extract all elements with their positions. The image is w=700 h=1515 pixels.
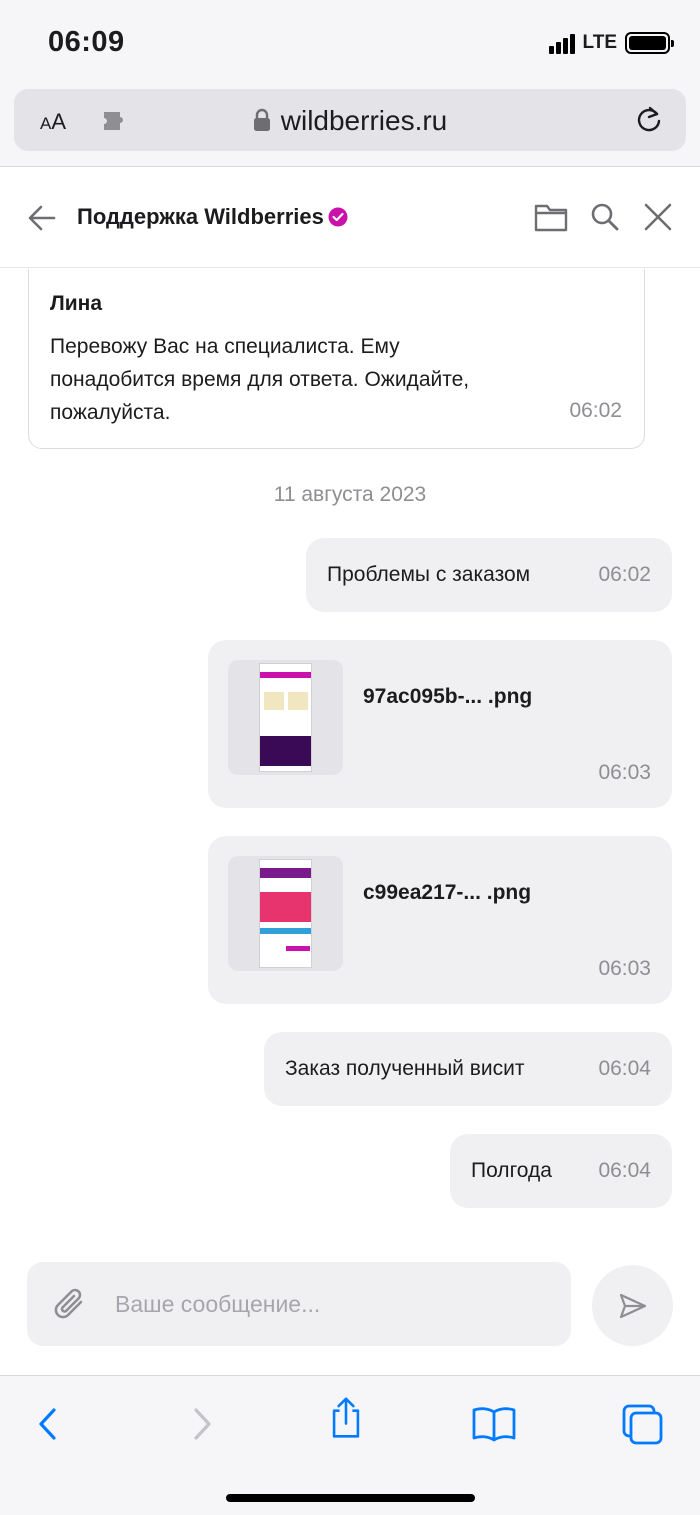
message-text: Проблемы с заказом bbox=[327, 563, 531, 586]
send-icon bbox=[619, 1293, 647, 1319]
close-icon[interactable] bbox=[643, 202, 673, 232]
home-indicator bbox=[226, 1494, 475, 1502]
incoming-message: Лина Перевожу Вас на специалиста. Ему по… bbox=[28, 269, 645, 449]
message-time: 06:02 bbox=[598, 563, 651, 586]
lock-icon bbox=[253, 108, 270, 131]
network-label: LTE bbox=[582, 32, 617, 53]
screenshot-preview bbox=[259, 663, 312, 772]
send-button[interactable] bbox=[592, 1265, 673, 1346]
date-separator: 11 августа 2023 bbox=[273, 483, 427, 506]
message-input[interactable] bbox=[115, 1284, 545, 1324]
message-time: 06:02 bbox=[569, 399, 622, 422]
browser-top-bar: AA wildberries.ru bbox=[0, 85, 700, 167]
chat-title: Поддержка Wildberries bbox=[77, 204, 348, 230]
image-thumbnail[interactable] bbox=[228, 856, 343, 971]
message-text: Заказ полученный висит bbox=[285, 1057, 525, 1080]
paperclip-icon[interactable] bbox=[51, 1286, 87, 1322]
message-input-box[interactable] bbox=[27, 1262, 571, 1346]
message-time: 06:03 bbox=[598, 957, 651, 980]
folder-icon[interactable] bbox=[534, 202, 568, 232]
browser-forward-icon[interactable] bbox=[176, 1402, 226, 1446]
browser-toolbar bbox=[0, 1375, 700, 1515]
verified-badge-icon bbox=[328, 207, 348, 227]
outgoing-message: Заказ полученный висит 06:04 bbox=[264, 1032, 672, 1106]
url-display[interactable]: wildberries.ru bbox=[14, 105, 686, 137]
message-author: Лина bbox=[50, 292, 103, 315]
bookmarks-icon[interactable] bbox=[469, 1402, 519, 1446]
status-time: 06:09 bbox=[48, 26, 125, 58]
file-attachment-message[interactable]: 97ac095b-... .png 06:03 bbox=[208, 640, 672, 808]
message-text: Полгода bbox=[471, 1159, 552, 1182]
outgoing-message: Проблемы с заказом 06:02 bbox=[306, 538, 672, 612]
tabs-icon[interactable] bbox=[618, 1402, 668, 1446]
back-arrow-icon[interactable] bbox=[26, 202, 58, 234]
share-icon[interactable] bbox=[321, 1396, 371, 1440]
browser-back-icon[interactable] bbox=[24, 1402, 74, 1446]
message-composer bbox=[0, 1235, 700, 1375]
file-attachment-message[interactable]: c99ea217-... .png 06:03 bbox=[208, 836, 672, 1004]
file-name: 97ac095b-... .png bbox=[363, 685, 533, 708]
chat-header: Поддержка Wildberries bbox=[0, 168, 700, 268]
reload-icon[interactable] bbox=[634, 105, 664, 135]
signal-icon bbox=[548, 32, 575, 54]
message-text: Перевожу Вас на специалиста. Ему понадоб… bbox=[50, 335, 470, 424]
status-indicators: LTE bbox=[548, 30, 674, 56]
message-time: 06:03 bbox=[598, 761, 651, 784]
status-bar: 06:09 LTE bbox=[0, 0, 700, 85]
message-time: 06:04 bbox=[598, 1159, 651, 1182]
screenshot-preview bbox=[259, 859, 312, 968]
message-list[interactable]: Лина Перевожу Вас на специалиста. Ему по… bbox=[0, 269, 700, 1235]
message-time: 06:04 bbox=[598, 1057, 651, 1080]
address-bar[interactable]: AA wildberries.ru bbox=[14, 89, 686, 151]
outgoing-message: Полгода 06:04 bbox=[450, 1134, 672, 1208]
file-name: c99ea217-... .png bbox=[363, 881, 532, 904]
url-text: wildberries.ru bbox=[280, 105, 448, 136]
search-icon[interactable] bbox=[590, 202, 620, 232]
battery-icon bbox=[625, 32, 674, 54]
image-thumbnail[interactable] bbox=[228, 660, 343, 775]
